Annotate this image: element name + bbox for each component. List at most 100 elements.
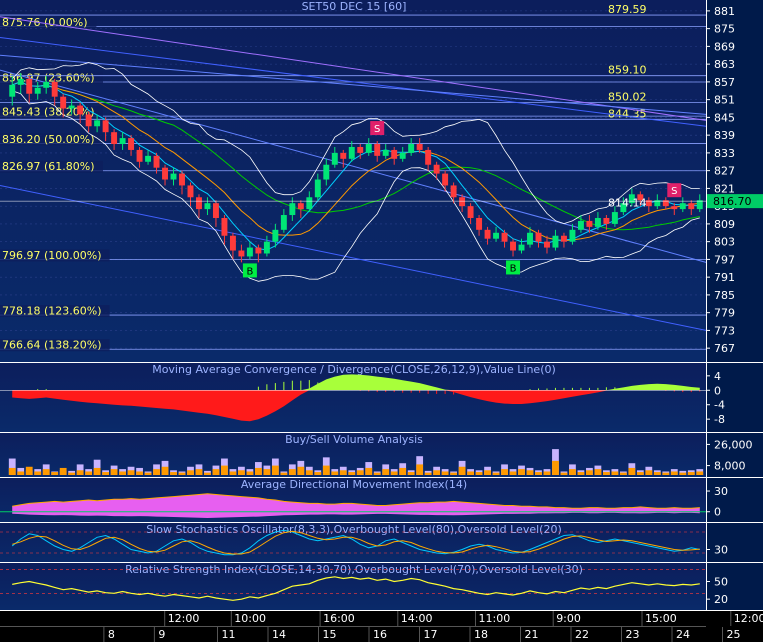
- candle-body: [128, 138, 135, 150]
- y-tick-label: 30: [714, 485, 728, 498]
- stochastic-panel: 30 Slow Stochastics Oscillator(8,3,3),Ove…: [0, 523, 763, 563]
- day-label: 11: [222, 628, 236, 641]
- panel-title: Moving Average Convergence / Divergence(…: [152, 363, 556, 376]
- sell-volume-bar: [76, 470, 84, 475]
- y-tick-label: 50: [714, 575, 728, 588]
- sell-volume-bar: [611, 471, 619, 475]
- y-tick-label: -8: [714, 413, 725, 426]
- candle-body: [9, 84, 16, 97]
- day-label: 24: [676, 628, 690, 641]
- y-tick-label: 797: [714, 253, 735, 266]
- y-tick-label: 4: [714, 370, 721, 383]
- sell-volume-bar: [51, 472, 59, 475]
- sell-volume-bar: [458, 466, 466, 475]
- candle-body: [323, 164, 330, 180]
- y-tick-label: 0: [714, 384, 721, 397]
- candle-body: [306, 197, 313, 210]
- sell-volume-bar: [59, 467, 67, 475]
- signal-label: S: [374, 124, 380, 135]
- sell-volume-bar: [93, 467, 101, 475]
- signal-label: B: [246, 266, 253, 277]
- sell-volume-bar: [662, 472, 670, 475]
- candle-body: [510, 241, 516, 251]
- sell-volume-bar: [136, 471, 143, 475]
- sell-volume-bar: [8, 467, 16, 475]
- sell-volume-bar: [212, 469, 220, 475]
- y-tick-label: 779: [714, 307, 735, 320]
- sell-volume-bar: [246, 471, 254, 475]
- time-axis: 12:00 10:00 16:00 14:00 11:00 9:00 15:00 12:00 8…: [0, 611, 763, 642]
- sell-volume-bar: [492, 472, 500, 475]
- sell-volume-bar: [653, 472, 661, 475]
- candle-body: [399, 152, 406, 159]
- time-label: 9:00: [556, 612, 581, 625]
- y-tick-label: 827: [714, 165, 735, 178]
- sell-volume-bar: [238, 470, 245, 475]
- candle-body: [238, 250, 245, 257]
- sell-volume-bar: [288, 469, 296, 475]
- candle-body: [544, 241, 550, 248]
- candle-body: [408, 144, 415, 153]
- candle-body: [603, 217, 610, 224]
- level-label: 879.59: [608, 3, 647, 16]
- fib-level-label: 796.97 (100.00%): [2, 249, 102, 262]
- sell-volume-bar: [407, 472, 415, 475]
- candle-body: [162, 167, 168, 180]
- candle-body: [560, 235, 567, 242]
- candle-body: [229, 235, 236, 251]
- candle-body: [34, 87, 41, 94]
- sell-volume-bar: [602, 472, 610, 475]
- panel-title: Slow Stochastics Oscillator(8,3,3),Overb…: [146, 523, 562, 536]
- candle-body: [679, 203, 686, 210]
- candle-body: [374, 144, 381, 156]
- sell-volume-bar: [305, 470, 313, 475]
- sell-volume-bar: [628, 467, 636, 475]
- sell-volume-bar: [68, 472, 76, 475]
- sell-volume-bar: [382, 469, 390, 475]
- chart-canvas: 8818758698638578518458398338278218158098…: [0, 0, 763, 642]
- panel-title: Buy/Sell Volume Analysis: [285, 433, 423, 446]
- day-label: 17: [424, 628, 438, 641]
- y-tick-label: 863: [714, 58, 735, 71]
- candle-body: [314, 179, 321, 198]
- day-label: 15: [323, 628, 337, 641]
- level-label: 850.02: [608, 91, 647, 104]
- candle-body: [493, 232, 500, 239]
- candle-body: [94, 120, 101, 127]
- y-tick-label: 881: [714, 5, 735, 18]
- candle-body: [204, 203, 211, 210]
- sell-volume-bar: [569, 469, 576, 475]
- fib-level-label: 836.20 (50.00%): [2, 133, 95, 146]
- sell-volume-bar: [373, 472, 381, 475]
- candle-body: [527, 232, 533, 245]
- time-label: 11:00: [479, 612, 511, 625]
- level-label: 859.10: [608, 64, 647, 77]
- sell-volume-bar: [297, 466, 305, 475]
- y-tick-label: 20: [714, 593, 728, 606]
- day-label: 23: [626, 628, 640, 641]
- day-label: 18: [474, 628, 488, 641]
- sell-volume-bar: [390, 471, 398, 475]
- candle-body: [348, 146, 355, 159]
- sell-volume-bar: [110, 469, 118, 475]
- sell-volume-bar: [271, 465, 279, 475]
- sell-volume-bar: [127, 470, 135, 475]
- sell-volume-bar: [501, 469, 508, 475]
- candle-body: [569, 229, 576, 242]
- sell-volume-bar: [17, 471, 25, 475]
- candle-body: [331, 152, 338, 165]
- candle-body: [696, 200, 703, 210]
- candle-body: [416, 144, 423, 150]
- sell-volume-bar: [433, 470, 441, 475]
- sell-volume-bar: [348, 472, 356, 475]
- sell-volume-bar: [424, 472, 432, 475]
- y-tick-label: 0: [714, 506, 721, 519]
- fib-level-label: 875.76 (0.00%): [2, 16, 88, 29]
- sell-volume-bar: [518, 469, 525, 475]
- candle-body: [501, 232, 508, 242]
- candle-body: [289, 203, 296, 216]
- sell-volume-bar: [85, 471, 93, 475]
- sell-volume-bar: [577, 472, 585, 475]
- volume-panel: 26,000 8,000 Buy/Sell Volume Analysis: [0, 433, 763, 478]
- candle-body: [153, 155, 160, 168]
